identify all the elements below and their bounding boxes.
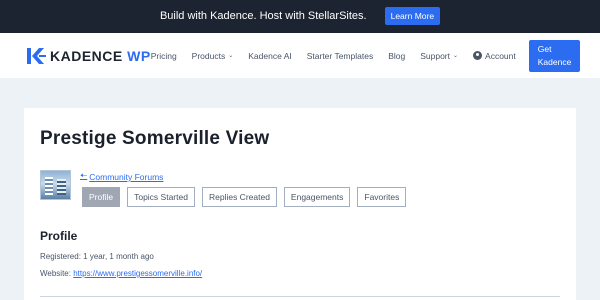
learn-more-button[interactable]: Learn More bbox=[384, 6, 441, 25]
account-label: Account bbox=[485, 50, 516, 61]
main-navigation: KADENCE WP Pricing Products ⌄ Kadence AI … bbox=[0, 31, 600, 78]
arrow-left-icon: 🠠 bbox=[80, 170, 88, 180]
tab-favorites[interactable]: Favorites bbox=[357, 187, 407, 207]
nav-links: Pricing Products ⌄ Kadence AI Starter Tem… bbox=[151, 51, 516, 61]
logo-text: KADENCE WP bbox=[50, 48, 151, 64]
promo-bar: Build with Kadence. Host with StellarSit… bbox=[0, 0, 600, 31]
tab-topics-started[interactable]: Topics Started bbox=[127, 187, 195, 207]
nav-blog-label: Blog bbox=[388, 50, 406, 61]
chevron-down-icon: ⌄ bbox=[228, 53, 234, 59]
nav-products[interactable]: Products ⌄ bbox=[192, 51, 234, 61]
nav-products-label: Products bbox=[191, 50, 226, 61]
website-row: Website: https://www.prestigessomerville… bbox=[40, 269, 202, 278]
tab-profile[interactable]: Profile bbox=[82, 187, 121, 207]
nav-starter-templates[interactable]: Starter Templates bbox=[307, 51, 373, 61]
nav-blog[interactable]: Blog bbox=[388, 51, 405, 61]
kadence-k-icon bbox=[27, 47, 46, 64]
divider bbox=[40, 296, 560, 297]
back-to-forums-link[interactable]: 🠠 Community Forums bbox=[80, 170, 163, 184]
registered-label: Registered: bbox=[40, 252, 81, 261]
logo-main-text: KADENCE bbox=[50, 47, 123, 64]
logo-accent-text: WP bbox=[127, 47, 151, 64]
website-link[interactable]: https://www.prestigessomerville.info/ bbox=[73, 269, 202, 278]
website-label: Website: bbox=[40, 269, 71, 278]
registered-value: 1 year, 1 month ago bbox=[83, 252, 154, 261]
profile-tabs: Profile Topics Started Replies Created E… bbox=[82, 187, 407, 207]
tab-replies-created[interactable]: Replies Created bbox=[201, 187, 277, 207]
page-title: Prestige Somerville View bbox=[40, 128, 270, 149]
nav-pricing[interactable]: Pricing bbox=[151, 51, 177, 61]
nav-support-label: Support bbox=[420, 50, 450, 61]
promo-text: Build with Kadence. Host with StellarSit… bbox=[159, 9, 367, 22]
profile-card: Prestige Somerville View 🠠 Community Foru… bbox=[24, 108, 576, 300]
avatar bbox=[40, 170, 71, 200]
chevron-down-icon: ⌄ bbox=[453, 53, 459, 59]
account-link[interactable]: Account bbox=[473, 51, 516, 61]
nav-support[interactable]: Support ⌄ bbox=[420, 51, 458, 61]
nav-kadence-ai-label: Kadence AI bbox=[248, 50, 292, 61]
tab-engagements[interactable]: Engagements bbox=[283, 187, 351, 207]
registered-row: Registered: 1 year, 1 month ago bbox=[40, 252, 154, 261]
get-kadence-button[interactable]: Get Kadence bbox=[528, 39, 581, 72]
section-title: Profile bbox=[40, 229, 78, 243]
back-link-label: Community Forums bbox=[89, 172, 164, 182]
kadence-logo[interactable]: KADENCE WP bbox=[27, 47, 151, 64]
nav-pricing-label: Pricing bbox=[150, 50, 177, 61]
nav-kadence-ai[interactable]: Kadence AI bbox=[248, 51, 291, 61]
nav-starter-templates-label: Starter Templates bbox=[306, 50, 374, 61]
user-circle-icon bbox=[473, 51, 483, 60]
